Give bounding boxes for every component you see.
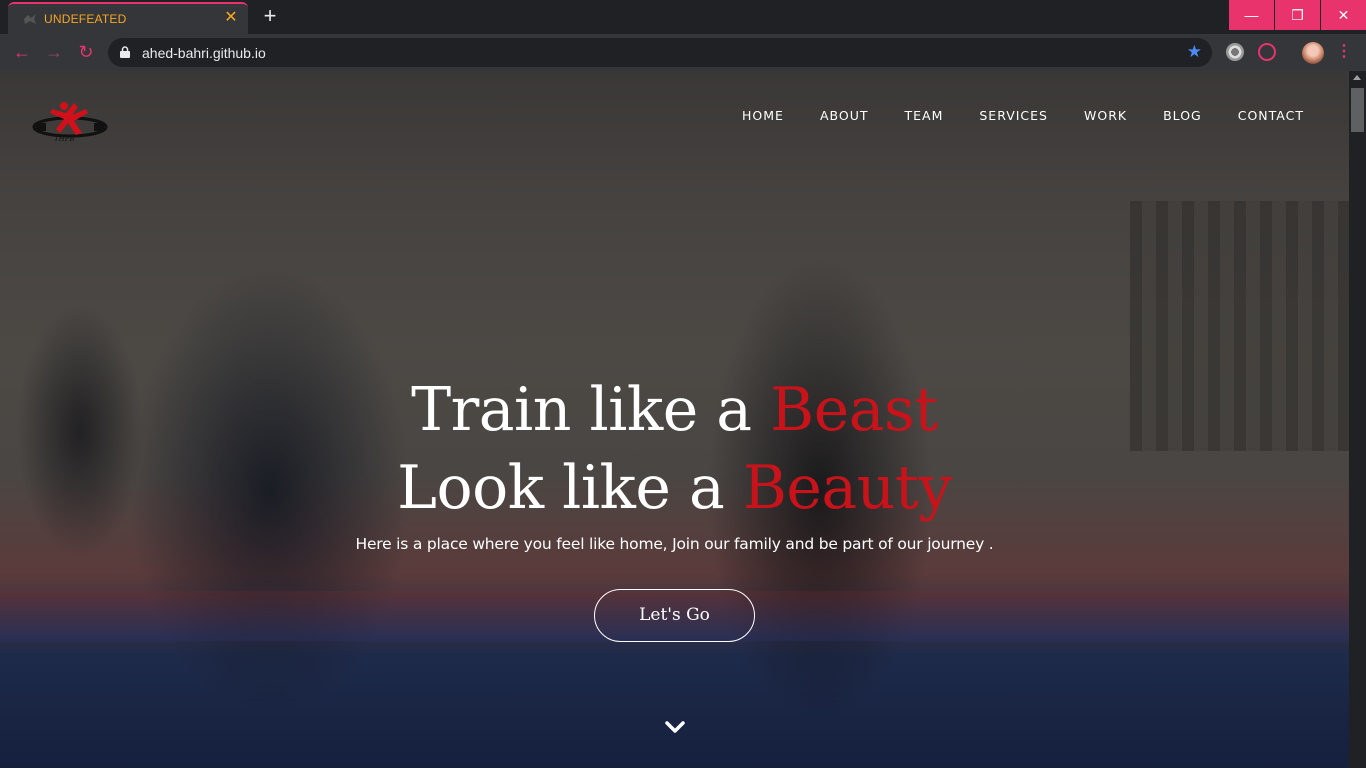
- minimize-icon[interactable]: —: [1229, 0, 1274, 30]
- svg-text:ТНРБ: ТНРБ: [54, 135, 75, 143]
- nav-blog[interactable]: BLOG: [1163, 108, 1202, 123]
- url-text: ahed-bahri.github.io: [142, 45, 266, 61]
- tab-bar: UNDEFEATED ✕ + — ❐ ✕: [0, 0, 1366, 34]
- hero-section: ТНРБ HOME ABOUT TEAM SERVICES WORK BLOG …: [0, 71, 1349, 768]
- browser-toolbar: ← → ↻ ahed-bahri.github.io ★ ⋮: [0, 34, 1366, 71]
- tab-close-icon[interactable]: ✕: [222, 9, 240, 27]
- hero-line1-text: Train like a: [411, 375, 771, 445]
- hero-subtitle: Here is a place where you feel like home…: [355, 535, 994, 553]
- nav-about[interactable]: ABOUT: [820, 108, 869, 123]
- nav-team[interactable]: TEAM: [904, 108, 943, 123]
- extension-icon[interactable]: [1258, 43, 1276, 61]
- page-scrollbar[interactable]: [1349, 71, 1366, 768]
- back-icon[interactable]: ←: [10, 40, 34, 64]
- tab-favicon-icon: [24, 14, 36, 24]
- close-icon[interactable]: ✕: [1321, 0, 1366, 30]
- nav-contact[interactable]: CONTACT: [1238, 108, 1304, 123]
- reload-icon[interactable]: ↻: [74, 40, 98, 64]
- tab-title: UNDEFEATED: [44, 12, 127, 26]
- forward-icon[interactable]: →: [42, 40, 66, 64]
- hero-heading-line1: Train like a Beast: [0, 371, 1349, 449]
- nav-services[interactable]: SERVICES: [979, 108, 1048, 123]
- maximize-icon[interactable]: ❐: [1275, 0, 1320, 30]
- chevron-down-icon[interactable]: [664, 719, 686, 735]
- hero-line2-text: Look like a: [397, 453, 743, 523]
- star-icon[interactable]: ★: [1187, 42, 1202, 62]
- main-nav: HOME ABOUT TEAM SERVICES WORK BLOG CONTA…: [742, 108, 1304, 123]
- scroll-thumb[interactable]: [1351, 88, 1364, 132]
- scroll-up-arrow-icon[interactable]: [1353, 75, 1361, 80]
- hero-content: Train like a Beast Look like a Beauty He…: [0, 371, 1349, 553]
- profile-avatar[interactable]: [1302, 42, 1324, 64]
- nav-work[interactable]: WORK: [1084, 108, 1127, 123]
- address-bar[interactable]: ahed-bahri.github.io ★: [108, 38, 1212, 67]
- nav-home[interactable]: HOME: [742, 108, 784, 123]
- extension-icon[interactable]: [1226, 43, 1244, 61]
- menu-icon[interactable]: ⋮: [1336, 42, 1352, 62]
- lets-go-button[interactable]: Let's Go: [594, 589, 755, 642]
- lock-icon: [120, 46, 130, 58]
- hero-accent-beauty: Beauty: [742, 453, 953, 523]
- browser-tab[interactable]: UNDEFEATED ✕: [8, 2, 248, 34]
- new-tab-button[interactable]: +: [258, 5, 282, 29]
- hero-heading-line2: Look like a Beauty: [0, 449, 1349, 527]
- logo[interactable]: ТНРБ: [30, 99, 110, 143]
- hero-accent-beast: Beast: [770, 375, 938, 445]
